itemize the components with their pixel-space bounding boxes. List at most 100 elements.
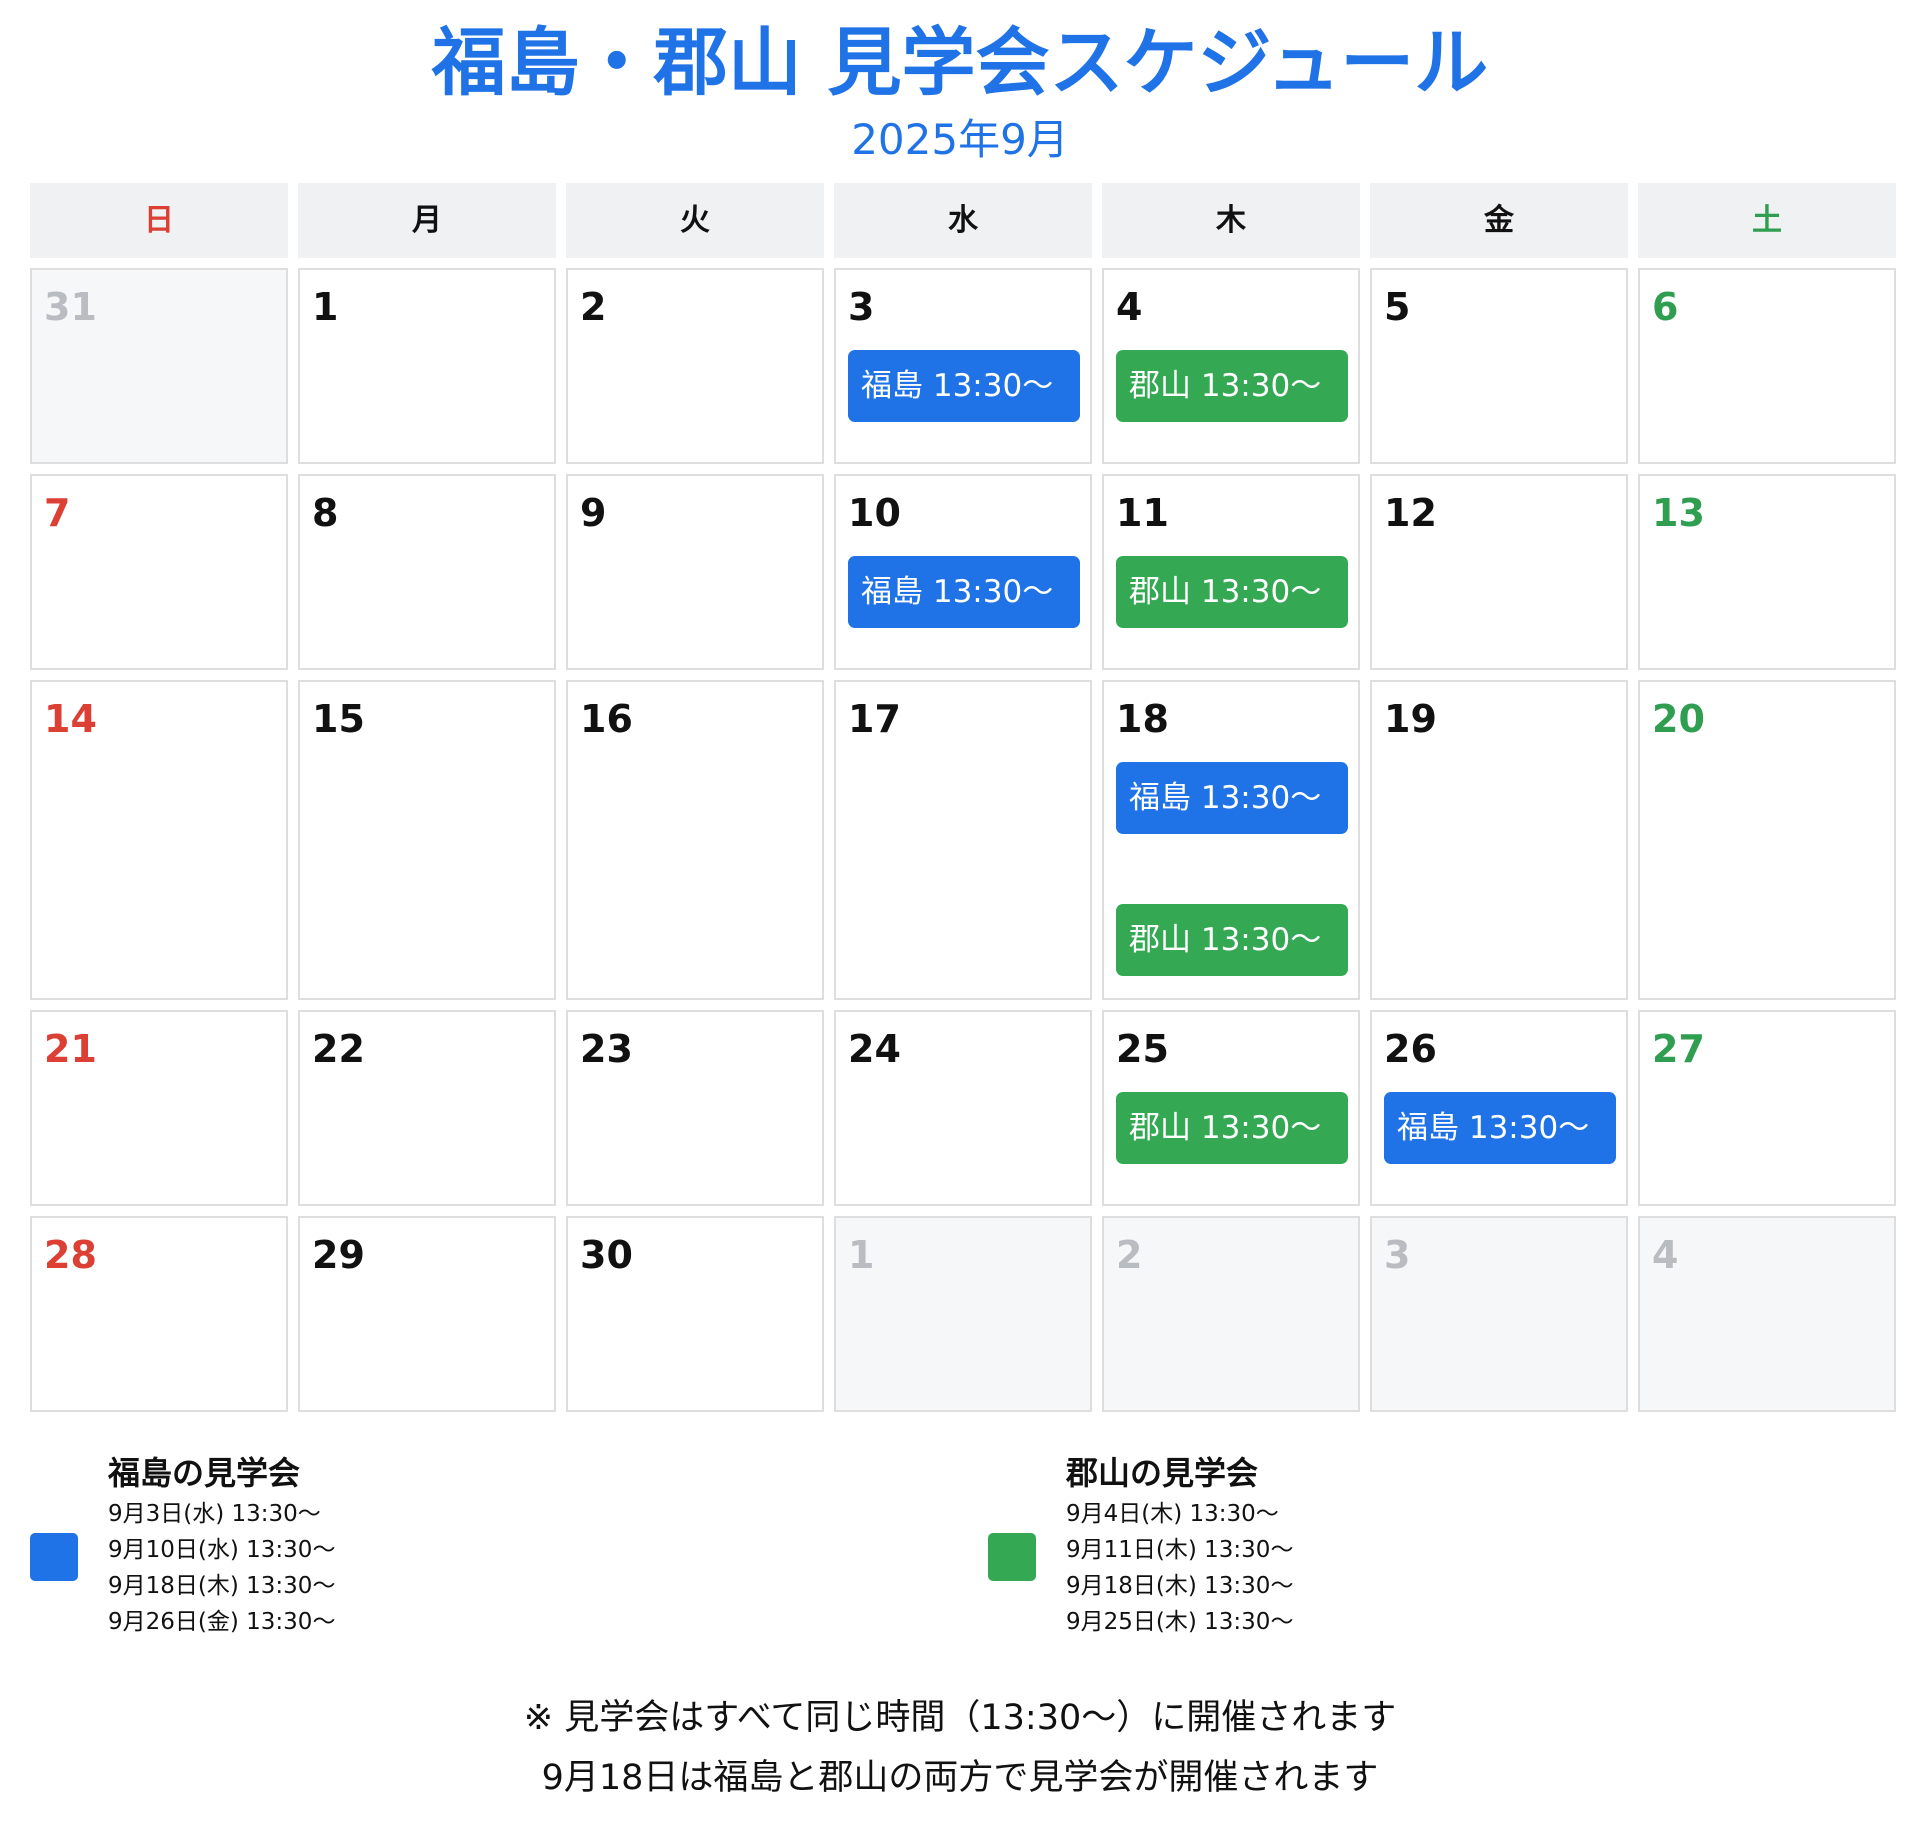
calendar-day-cell[interactable]: 13 <box>1638 474 1896 670</box>
calendar-day-cell-outside-month[interactable]: 31 <box>30 268 288 464</box>
legend-koriyama-title: 郡山の見学会 <box>1066 1454 1259 1492</box>
legend-fukushima-text: 福島の見学会 9月3日(水) 13:30〜 9月10日(水) 13:30〜 9月… <box>108 1450 335 1640</box>
calendar-day-cell[interactable]: 3 福島 13:30〜 <box>834 268 1092 464</box>
weekday-sun: 日 <box>30 183 288 258</box>
weekday-mon: 月 <box>298 183 556 258</box>
calendar-day-cell[interactable]: 25 郡山 13:30〜 <box>1102 1010 1360 1206</box>
calendar-day-cell[interactable]: 10 福島 13:30〜 <box>834 474 1092 670</box>
weekday-wed: 水 <box>834 183 1092 258</box>
day-number: 3 <box>1384 1233 1411 1277</box>
day-number: 3 <box>848 285 875 329</box>
calendar-day-cell[interactable]: 23 <box>566 1010 824 1206</box>
day-number: 2 <box>1116 1233 1143 1277</box>
calendar-day-cell[interactable]: 11 郡山 13:30〜 <box>1102 474 1360 670</box>
calendar-day-cell[interactable]: 2 <box>566 268 824 464</box>
calendar-day-cell[interactable]: 26 福島 13:30〜 <box>1370 1010 1628 1206</box>
note-same-time: ※ 見学会はすべて同じ時間（13:30〜）に開催されます <box>523 1698 1397 1738</box>
event-fukushima[interactable]: 福島 13:30〜 <box>848 556 1080 628</box>
calendar-day-cell[interactable]: 9 <box>566 474 824 670</box>
legend-koriyama-item: 9月11日(木) 13:30〜 <box>1066 1537 1294 1563</box>
day-number: 7 <box>44 491 71 535</box>
legend-koriyama-text: 郡山の見学会 9月4日(木) 13:30〜 9月11日(木) 13:30〜 9月… <box>1066 1450 1293 1640</box>
day-number: 4 <box>1116 285 1143 329</box>
calendar-day-cell-outside-month[interactable]: 1 <box>834 1216 1092 1412</box>
day-number: 21 <box>44 1027 97 1071</box>
day-number: 31 <box>44 285 97 329</box>
calendar-day-cell[interactable]: 6 <box>1638 268 1896 464</box>
calendar-day-cell[interactable]: 17 <box>834 680 1092 1000</box>
day-number: 19 <box>1384 697 1437 741</box>
legend-fukushima-item: 9月26日(金) 13:30〜 <box>108 1609 336 1635</box>
calendar-day-cell[interactable]: 4 郡山 13:30〜 <box>1102 268 1360 464</box>
month-label: 2025年9月 <box>851 115 1069 164</box>
day-number: 12 <box>1384 491 1437 535</box>
day-number: 6 <box>1652 285 1679 329</box>
day-number: 29 <box>312 1233 365 1277</box>
weekday-sat: 土 <box>1638 183 1896 258</box>
calendar-grid: 31 1 2 3 福島 13:30〜 4 郡山 13:30〜 5 6 7 8 9 10 福島 13:30〜… <box>30 268 1900 1412</box>
calendar-day-cell[interactable]: 28 <box>30 1216 288 1412</box>
weekday-header-row: 日 月 火 水 木 金 土 <box>30 183 1900 258</box>
day-number: 13 <box>1652 491 1705 535</box>
legend-koriyama-item: 9月18日(木) 13:30〜 <box>1066 1573 1294 1599</box>
calendar-day-cell[interactable]: 15 <box>298 680 556 1000</box>
fukushima-color-swatch <box>30 1533 78 1581</box>
calendar-day-cell[interactable]: 27 <box>1638 1010 1896 1206</box>
event-fukushima[interactable]: 福島 13:30〜 <box>1116 762 1348 834</box>
calendar-day-cell[interactable]: 18 福島 13:30〜 郡山 13:30〜 <box>1102 680 1360 1000</box>
day-number: 22 <box>312 1027 365 1071</box>
footer-notes: ※ 見学会はすべて同じ時間（13:30〜）に開催されます 9月18日は福島と郡山… <box>0 1688 1920 1808</box>
event-koriyama[interactable]: 郡山 13:30〜 <box>1116 556 1348 628</box>
calendar-day-cell[interactable]: 12 <box>1370 474 1628 670</box>
day-number: 4 <box>1652 1233 1679 1277</box>
page-title: 福島・郡山 見学会スケジュール <box>431 20 1489 106</box>
calendar-day-cell-outside-month[interactable]: 4 <box>1638 1216 1896 1412</box>
day-number: 27 <box>1652 1027 1705 1071</box>
calendar-day-cell[interactable]: 20 <box>1638 680 1896 1000</box>
calendar-day-cell[interactable]: 29 <box>298 1216 556 1412</box>
day-number: 23 <box>580 1027 633 1071</box>
day-number: 8 <box>312 491 339 535</box>
calendar-day-cell-outside-month[interactable]: 2 <box>1102 1216 1360 1412</box>
event-koriyama[interactable]: 郡山 13:30〜 <box>1116 1092 1348 1164</box>
koriyama-color-swatch <box>988 1533 1036 1581</box>
event-fukushima[interactable]: 福島 13:30〜 <box>848 350 1080 422</box>
weekday-tue: 火 <box>566 183 824 258</box>
calendar-day-cell-outside-month[interactable]: 3 <box>1370 1216 1628 1412</box>
calendar-day-cell[interactable]: 7 <box>30 474 288 670</box>
event-fukushima[interactable]: 福島 13:30〜 <box>1384 1092 1616 1164</box>
day-number: 10 <box>848 491 901 535</box>
day-number: 1 <box>848 1233 875 1277</box>
day-number: 25 <box>1116 1027 1169 1071</box>
calendar-day-cell[interactable]: 5 <box>1370 268 1628 464</box>
calendar-day-cell[interactable]: 24 <box>834 1010 1092 1206</box>
day-number: 17 <box>848 697 901 741</box>
day-number: 2 <box>580 285 607 329</box>
day-number: 20 <box>1652 697 1705 741</box>
calendar-day-cell[interactable]: 30 <box>566 1216 824 1412</box>
event-koriyama[interactable]: 郡山 13:30〜 <box>1116 350 1348 422</box>
calendar-day-cell[interactable]: 21 <box>30 1010 288 1206</box>
event-koriyama[interactable]: 郡山 13:30〜 <box>1116 904 1348 976</box>
day-number: 9 <box>580 491 607 535</box>
day-number: 15 <box>312 697 365 741</box>
calendar-day-cell[interactable]: 14 <box>30 680 288 1000</box>
day-number: 1 <box>312 285 339 329</box>
calendar-day-cell[interactable]: 1 <box>298 268 556 464</box>
legend-fukushima-item: 9月10日(水) 13:30〜 <box>108 1537 336 1563</box>
legend-koriyama-item: 9月4日(木) 13:30〜 <box>1066 1501 1279 1527</box>
day-number: 18 <box>1116 697 1169 741</box>
day-number: 30 <box>580 1233 633 1277</box>
legend-fukushima-item: 9月3日(水) 13:30〜 <box>108 1501 321 1527</box>
day-number: 16 <box>580 697 633 741</box>
calendar-day-cell[interactable]: 8 <box>298 474 556 670</box>
calendar-day-cell[interactable]: 22 <box>298 1010 556 1206</box>
legend-fukushima-title: 福島の見学会 <box>108 1454 301 1492</box>
day-number: 14 <box>44 697 97 741</box>
calendar-day-cell[interactable]: 16 <box>566 680 824 1000</box>
legend-koriyama-item: 9月25日(木) 13:30〜 <box>1066 1609 1294 1635</box>
weekday-fri: 金 <box>1370 183 1628 258</box>
day-number: 11 <box>1116 491 1169 535</box>
calendar-day-cell[interactable]: 19 <box>1370 680 1628 1000</box>
day-number: 26 <box>1384 1027 1437 1071</box>
